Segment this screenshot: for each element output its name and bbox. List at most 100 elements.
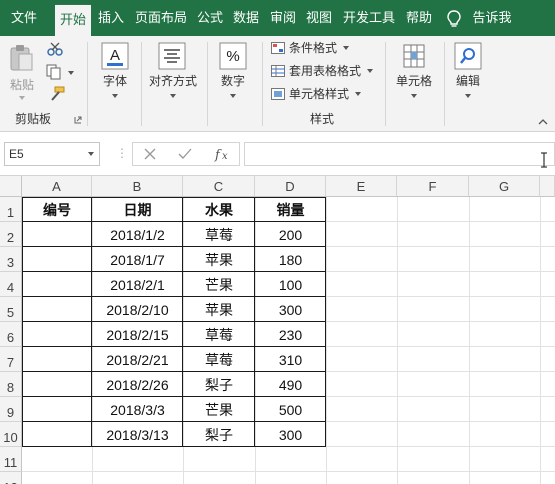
font-dropdown-caret[interactable]: [112, 94, 118, 98]
table-cell[interactable]: 490: [255, 372, 326, 397]
cells-icon[interactable]: [400, 42, 428, 70]
table-cell[interactable]: [22, 297, 92, 322]
row-header-9[interactable]: 9: [0, 397, 22, 422]
table-cell[interactable]: 2018/2/10: [92, 297, 183, 322]
column-header-g[interactable]: G: [469, 176, 540, 197]
row-header-2[interactable]: 2: [0, 222, 22, 247]
table-header-cell[interactable]: 销量: [255, 197, 326, 222]
editing-label[interactable]: 编辑: [448, 72, 488, 89]
table-cell[interactable]: 100: [255, 272, 326, 297]
tab-page-layout[interactable]: 页面布局: [132, 0, 190, 36]
paste-icon[interactable]: [8, 44, 34, 72]
cancel-icon[interactable]: [144, 148, 156, 160]
table-cell[interactable]: 梨子: [183, 372, 255, 397]
tab-home[interactable]: 开始: [55, 4, 91, 36]
conditional-format-button[interactable]: 条件格式: [289, 39, 337, 57]
column-header-f[interactable]: F: [397, 176, 469, 197]
table-header-cell[interactable]: 日期: [92, 197, 183, 222]
table-cell[interactable]: 2018/2/1: [92, 272, 183, 297]
row-header-7[interactable]: 7: [0, 347, 22, 372]
tab-formulas[interactable]: 公式: [193, 0, 227, 36]
table-cell[interactable]: 180: [255, 247, 326, 272]
alignment-dropdown-caret[interactable]: [170, 94, 176, 98]
enter-icon[interactable]: [178, 148, 192, 160]
name-box-caret[interactable]: [88, 152, 94, 156]
select-all-corner[interactable]: [0, 176, 22, 197]
table-cell[interactable]: 2018/2/15: [92, 322, 183, 347]
table-cell[interactable]: 2018/3/13: [92, 422, 183, 447]
cell-style-caret[interactable]: [355, 92, 361, 96]
font-icon[interactable]: A: [101, 42, 129, 70]
copy-dropdown-caret[interactable]: [68, 71, 74, 75]
table-cell[interactable]: 2018/2/26: [92, 372, 183, 397]
table-cell[interactable]: 苹果: [183, 297, 255, 322]
table-cell[interactable]: 500: [255, 397, 326, 422]
table-header-cell[interactable]: 水果: [183, 197, 255, 222]
cell-style-button[interactable]: 单元格样式: [289, 85, 349, 103]
table-cell[interactable]: [22, 397, 92, 422]
font-label[interactable]: 字体: [96, 72, 134, 89]
table-cell[interactable]: 草莓: [183, 322, 255, 347]
row-header-1[interactable]: 1: [0, 197, 22, 222]
row-header-11[interactable]: 11: [0, 447, 22, 472]
column-header-b[interactable]: B: [92, 176, 183, 197]
table-cell[interactable]: [22, 372, 92, 397]
table-cell[interactable]: 200: [255, 222, 326, 247]
tab-file[interactable]: 文件: [4, 0, 44, 36]
table-format-button[interactable]: 套用表格格式: [289, 62, 361, 80]
row-header-12[interactable]: 12: [0, 472, 22, 484]
conditional-format-caret[interactable]: [343, 46, 349, 50]
row-header-6[interactable]: 6: [0, 322, 22, 347]
lightbulb-icon[interactable]: [447, 10, 461, 28]
table-cell[interactable]: 2018/3/3: [92, 397, 183, 422]
table-cell[interactable]: [22, 422, 92, 447]
alignment-icon[interactable]: [158, 42, 186, 70]
table-cell[interactable]: 苹果: [183, 247, 255, 272]
cells-label[interactable]: 单元格: [391, 72, 437, 89]
table-cell[interactable]: 2018/1/2: [92, 222, 183, 247]
number-dropdown-caret[interactable]: [230, 94, 236, 98]
tab-developer[interactable]: 开发工具: [339, 0, 399, 36]
format-painter-icon[interactable]: [47, 86, 65, 102]
table-cell[interactable]: 芒果: [183, 397, 255, 422]
row-header-8[interactable]: 8: [0, 372, 22, 397]
tab-insert[interactable]: 插入: [94, 0, 128, 36]
dialog-launcher-icon[interactable]: [74, 116, 82, 124]
tab-help[interactable]: 帮助: [402, 0, 436, 36]
tab-review[interactable]: 审阅: [266, 0, 300, 36]
column-header-d[interactable]: D: [255, 176, 326, 197]
table-cell[interactable]: [22, 322, 92, 347]
table-cell[interactable]: 草莓: [183, 222, 255, 247]
tell-me-search[interactable]: 告诉我: [468, 0, 516, 36]
table-cell[interactable]: 2018/2/21: [92, 347, 183, 372]
row-header-10[interactable]: 10: [0, 422, 22, 447]
column-header-a[interactable]: A: [22, 176, 92, 197]
table-cell[interactable]: [22, 347, 92, 372]
insert-function-icon[interactable]: f x: [214, 146, 232, 162]
number-label[interactable]: 数字: [214, 72, 252, 89]
column-header-e[interactable]: E: [326, 176, 397, 197]
cut-icon[interactable]: [47, 42, 63, 56]
table-cell[interactable]: 2018/1/7: [92, 247, 183, 272]
tab-data[interactable]: 数据: [229, 0, 263, 36]
row-header-5[interactable]: 5: [0, 297, 22, 322]
table-cell[interactable]: 300: [255, 422, 326, 447]
paste-dropdown-caret[interactable]: [19, 96, 25, 100]
name-box[interactable]: E5: [4, 142, 100, 166]
table-cell[interactable]: 310: [255, 347, 326, 372]
table-cell[interactable]: 300: [255, 297, 326, 322]
row-header-4[interactable]: 4: [0, 272, 22, 297]
table-cell[interactable]: [22, 247, 92, 272]
table-cell[interactable]: 230: [255, 322, 326, 347]
cells-dropdown-caret[interactable]: [411, 94, 417, 98]
table-cell[interactable]: 芒果: [183, 272, 255, 297]
formula-input[interactable]: [244, 142, 555, 166]
table-cell[interactable]: 草莓: [183, 347, 255, 372]
find-icon[interactable]: [454, 42, 482, 70]
worksheet-grid[interactable]: ABCDEFG123456789101112编号日期水果销量2018/1/2草莓…: [0, 176, 555, 484]
collapse-ribbon-icon[interactable]: [538, 118, 548, 126]
tab-view[interactable]: 视图: [302, 0, 336, 36]
table-cell[interactable]: 梨子: [183, 422, 255, 447]
table-cell[interactable]: [22, 272, 92, 297]
table-header-cell[interactable]: 编号: [22, 197, 92, 222]
